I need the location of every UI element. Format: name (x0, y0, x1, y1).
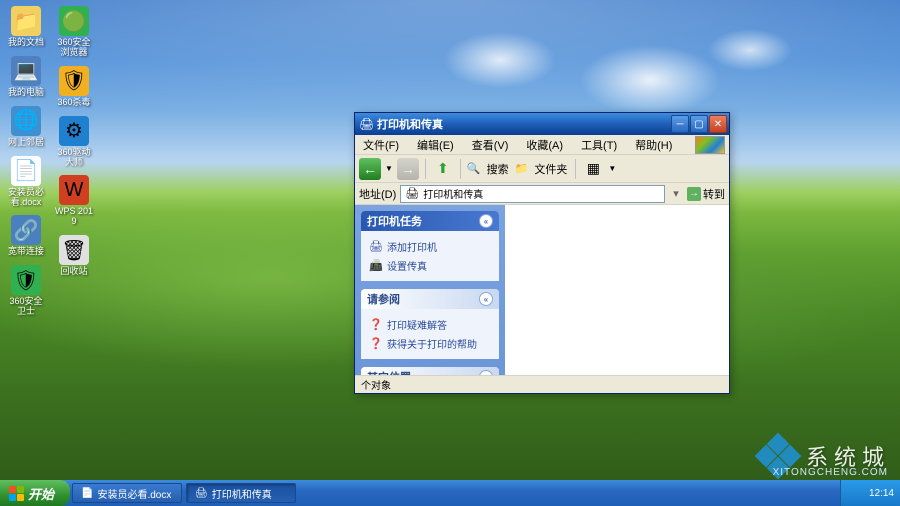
tasks-sidepanel: 打印机任务 « 🖨添加打印机📠设置传真 请参阅 « ❓打印疑难解答❓获得关于打印… (355, 205, 505, 375)
icon-label: 网上邻居 (8, 138, 44, 148)
desktop-icon-我的电脑[interactable]: 💻 我的电脑 (4, 54, 48, 100)
desktop-icon-我的文档[interactable]: 📁 我的文档 (4, 4, 48, 50)
desktop-icon-回收站[interactable]: 🗑 回收站 (52, 233, 96, 279)
windows-logo-icon (8, 485, 24, 501)
views-button[interactable]: ▦ (582, 158, 604, 180)
collapse-icon[interactable]: « (479, 214, 493, 228)
group-see-also[interactable]: 请参阅 « (361, 289, 499, 309)
app-icon: 🗑 (59, 235, 89, 265)
app-icon: 🛡 (59, 66, 89, 96)
folders-button[interactable]: 文件夹 (532, 161, 569, 177)
icon-label: 我的文档 (8, 38, 44, 48)
menu-收藏(A)[interactable]: 收藏(A) (522, 135, 567, 155)
link-icon: ❓ (369, 337, 383, 351)
icon-label: 360驱动大师 (54, 148, 94, 168)
toolbar-separator (575, 159, 576, 179)
go-button[interactable]: → 转到 (687, 186, 725, 202)
app-icon: 🌐 (11, 106, 41, 136)
taskbar-item[interactable]: 📄安装员必看.docx (72, 483, 182, 503)
link-icon: 📠 (369, 259, 383, 273)
maximize-button[interactable]: ▢ (690, 115, 708, 133)
back-dropdown[interactable]: ▼ (385, 164, 393, 173)
address-dropdown[interactable]: ▾ (669, 187, 683, 200)
menu-帮助(H)[interactable]: 帮助(H) (631, 135, 676, 155)
task-link[interactable]: ❓打印疑难解答 (369, 315, 491, 334)
titlebar[interactable]: 🖨 打印机和传真 ─ ▢ ✕ (355, 113, 729, 135)
icon-label: 宽带连接 (8, 247, 44, 257)
group-other-places[interactable]: 其它位置 « (361, 367, 499, 375)
desktop-icon-360安全卫士[interactable]: 🛡 360安全卫士 (4, 263, 48, 319)
task-icon: 📄 (81, 488, 93, 499)
task-icon: 🖨 (195, 488, 208, 499)
search-icon[interactable]: 🔍 (467, 162, 481, 175)
system-tray[interactable]: 12:14 (840, 480, 900, 506)
app-icon: ⚙ (59, 116, 89, 146)
app-icon: 🛡 (11, 265, 41, 295)
toolbar: ← ▼ → ⬆ 🔍 搜索 📁 文件夹 ▦ ▼ (355, 155, 729, 183)
menubar: 文件(F) 编辑(E) 查看(V) 收藏(A) 工具(T) 帮助(H) (355, 135, 729, 155)
go-icon: → (687, 187, 701, 201)
clock[interactable]: 12:14 (869, 488, 894, 499)
forward-button: → (397, 158, 419, 180)
search-button[interactable]: 搜索 (485, 161, 511, 177)
menu-工具(T)[interactable]: 工具(T) (577, 135, 621, 155)
minimize-button[interactable]: ─ (671, 115, 689, 133)
close-button[interactable]: ✕ (709, 115, 727, 133)
printer-icon: 🖨 (359, 117, 373, 131)
toolbar-separator (425, 159, 426, 179)
icon-label: 360安全卫士 (6, 297, 46, 317)
printer-icon: 🖨 (405, 187, 419, 200)
collapse-icon[interactable]: « (479, 292, 493, 306)
app-icon: 📁 (11, 6, 41, 36)
icon-label: 360安全浏览器 (54, 38, 94, 58)
start-button[interactable]: 开始 (0, 480, 70, 506)
toolbar-separator (460, 159, 461, 179)
desktop-icon-360杀毒[interactable]: 🛡 360杀毒 (52, 64, 96, 110)
group-printer-tasks[interactable]: 打印机任务 « (361, 211, 499, 231)
task-link[interactable]: 📠设置传真 (369, 256, 491, 275)
content-area[interactable] (505, 205, 729, 375)
link-icon: ❓ (369, 318, 383, 332)
back-button[interactable]: ← (359, 158, 381, 180)
menu-编辑(E)[interactable]: 编辑(E) (413, 135, 458, 155)
desktop-icons: 📁 我的文档💻 我的电脑🌐 网上邻居📄 安装员必看.docx🔗 宽带连接🛡 36… (4, 4, 100, 319)
icon-label: WPS 2019 (54, 207, 94, 227)
task-link[interactable]: 🖨添加打印机 (369, 237, 491, 256)
app-icon: 💻 (11, 56, 41, 86)
app-icon: 🔗 (11, 215, 41, 245)
task-link[interactable]: ❓获得关于打印的帮助 (369, 334, 491, 353)
app-icon: 🟢 (59, 6, 89, 36)
app-icon: W (59, 175, 89, 205)
watermark-url: XITONGCHENG.COM (773, 467, 888, 478)
desktop-icon-宽带连接[interactable]: 🔗 宽带连接 (4, 213, 48, 259)
desktop-icon-安装员必看.docx[interactable]: 📄 安装员必看.docx (4, 154, 48, 210)
taskbar-item[interactable]: 🖨打印机和传真 (186, 483, 296, 503)
icon-label: 安装员必看.docx (6, 188, 46, 208)
desktop-icon-360驱动大师[interactable]: ⚙ 360驱动大师 (52, 114, 96, 170)
taskbar: 开始 📄安装员必看.docx🖨打印机和传真 12:14 (0, 480, 900, 506)
desktop-icon-360安全浏览器[interactable]: 🟢 360安全浏览器 (52, 4, 96, 60)
window-title: 打印机和传真 (377, 116, 671, 132)
icon-label: 我的电脑 (8, 88, 44, 98)
address-input[interactable]: 🖨 打印机和传真 (400, 185, 665, 203)
views-dropdown[interactable]: ▼ (608, 164, 616, 173)
menu-文件(F)[interactable]: 文件(F) (359, 135, 403, 155)
address-value: 打印机和传真 (423, 186, 483, 201)
status-text: 个对象 (361, 377, 391, 392)
icon-label: 回收站 (60, 267, 87, 277)
icon-label: 360杀毒 (57, 98, 90, 108)
up-button[interactable]: ⬆ (432, 158, 454, 180)
app-icon: 📄 (11, 156, 41, 186)
windows-flag-icon (695, 136, 725, 154)
desktop-icon-网上邻居[interactable]: 🌐 网上邻居 (4, 104, 48, 150)
folders-icon[interactable]: 📁 (515, 162, 529, 175)
addressbar: 地址(D) 🖨 打印机和传真 ▾ → 转到 (355, 183, 729, 205)
printers-window: 🖨 打印机和传真 ─ ▢ ✕ 文件(F) 编辑(E) 查看(V) 收藏(A) 工具(T)… (354, 112, 730, 394)
menu-查看(V)[interactable]: 查看(V) (468, 135, 513, 155)
statusbar: 个对象 (355, 375, 729, 393)
desktop-icon-WPS 2019[interactable]: W WPS 2019 (52, 173, 96, 229)
link-icon: 🖨 (369, 240, 383, 254)
address-label: 地址(D) (359, 186, 396, 202)
